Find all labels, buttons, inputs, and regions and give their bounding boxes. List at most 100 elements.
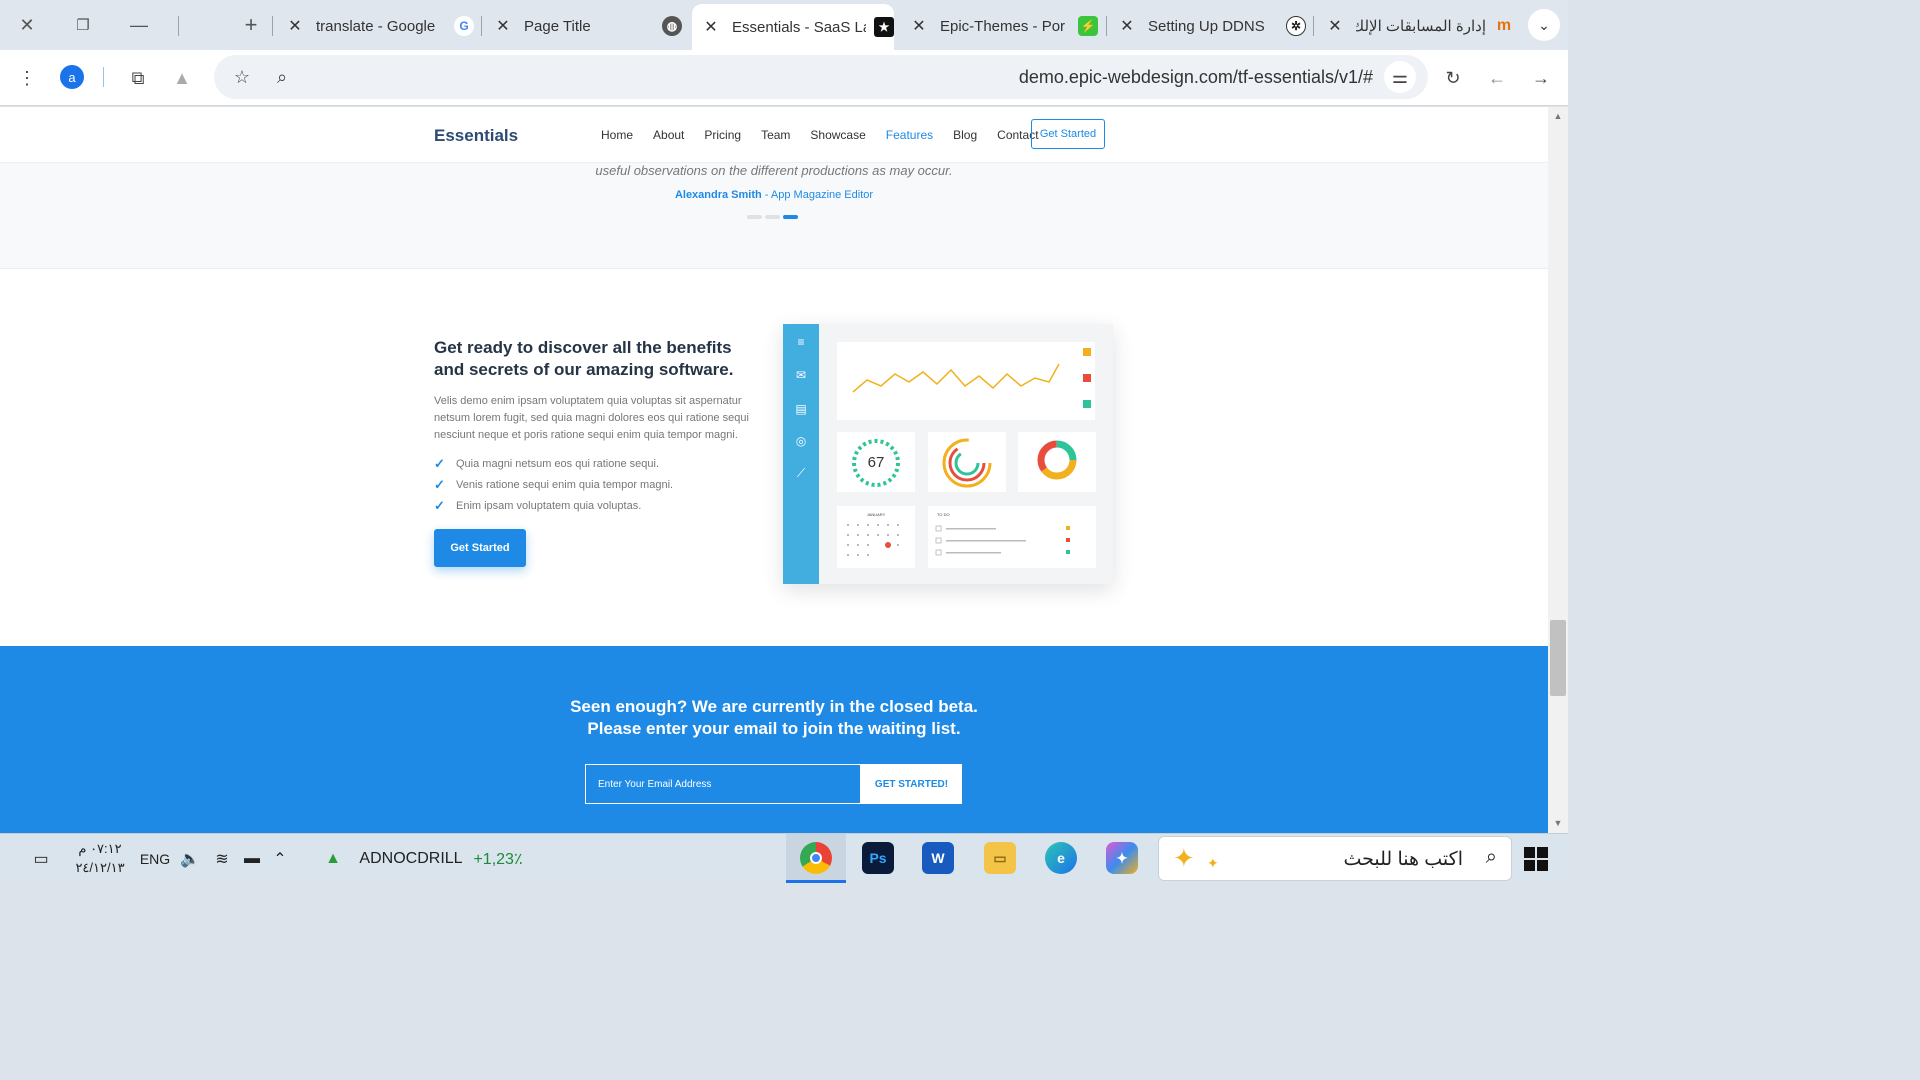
bolt-icon: ⚡ <box>1078 16 1098 36</box>
mail-icon: ✉ <box>795 368 807 382</box>
stock-change: +1,23٪ <box>473 850 523 868</box>
mock-radial-chart <box>928 432 1006 492</box>
new-tab-icon[interactable]: + <box>236 10 266 40</box>
calendar-month: JANUARY <box>866 512 886 517</box>
extensions-icon[interactable]: ⧉ <box>122 62 154 94</box>
chevron-up-icon[interactable]: ⌃ <box>268 834 292 883</box>
tab-close-icon[interactable]: ✕ <box>700 17 722 37</box>
mock-sidebar: ≡ ✉ ▤ ◎ ⟋ <box>783 324 819 584</box>
search-placeholder: اكتب هنا للبحث <box>1343 849 1463 870</box>
volume-icon[interactable]: 🔈 <box>178 834 202 883</box>
aria-icon[interactable]: ▲ <box>166 62 198 94</box>
checklist-item: ✓ Quia magni netsum eos qui ratione sequi… <box>434 455 660 471</box>
globe-icon: ◍ <box>662 16 682 36</box>
notification-icon[interactable]: ▭ <box>26 834 56 883</box>
tab-close-icon[interactable]: ✕ <box>1116 16 1138 36</box>
email-submit-button[interactable]: GET STARTED! <box>861 764 962 804</box>
nav-blog[interactable]: Blog <box>953 128 977 142</box>
battery-icon[interactable]: ▬ <box>240 834 264 883</box>
copilot-icon[interactable]: ✦ <box>1106 842 1138 874</box>
site-logo[interactable]: Essentials <box>434 126 518 146</box>
carousel-dot-active[interactable] <box>783 215 798 219</box>
tab-search-chevron-icon[interactable]: ⌄ <box>1528 9 1560 41</box>
page-scrollbar[interactable] <box>1548 107 1568 833</box>
tab-close-icon[interactable]: ✕ <box>284 16 306 36</box>
windows-start-icon[interactable] <box>1524 847 1548 871</box>
carousel-dot[interactable] <box>747 215 762 219</box>
feature-title: Get ready to discover all the benefits a… <box>434 338 734 379</box>
minimize-icon[interactable]: — <box>124 10 154 40</box>
testimonial-quote: useful observations on the different pro… <box>595 163 953 178</box>
restore-icon[interactable]: ❐ <box>68 10 98 40</box>
testimonial-author: Alexandra Smith - App Magazine Editor <box>674 189 874 201</box>
back-icon[interactable]: ← <box>1481 62 1513 94</box>
tab-essentials[interactable]: ✕ Essentials - SaaS La ★ <box>692 4 894 50</box>
nav-features[interactable]: Features <box>886 128 933 142</box>
tab-close-icon[interactable]: ✕ <box>492 16 514 36</box>
tab-arabic[interactable]: ✕ إدارة المسابقات الإلك m <box>1324 6 1514 46</box>
feature-checklist: ✓ Quia magni netsum eos qui ratione sequi… <box>434 453 673 516</box>
reload-icon[interactable]: ↻ <box>1437 62 1469 94</box>
edge-icon[interactable]: e <box>1045 842 1077 874</box>
email-input[interactable]: Enter Your Email Address <box>585 764 861 804</box>
nav-showcase[interactable]: Showcase <box>810 128 865 142</box>
zoom-icon[interactable]: ⌕ <box>266 61 298 93</box>
tab-strip: ✕ ❐ — + ✕ translate - Google G ✕ Page Ti… <box>0 0 1568 50</box>
site-header: Essentials Home About Pricing Team Showc… <box>0 107 1548 163</box>
scroll-up-icon[interactable]: ▲ <box>1548 111 1568 125</box>
stock-chart-icon: ▲ <box>325 849 341 867</box>
menu-kebab-icon[interactable]: ⋮ <box>11 62 43 94</box>
nav-about[interactable]: About <box>653 128 684 142</box>
tab-translate[interactable]: ✕ translate - Google G <box>284 6 474 46</box>
carousel-dots <box>747 215 798 219</box>
tab-ddns[interactable]: ✕ Setting Up DDNS ✲ <box>1116 6 1306 46</box>
donut-chart-graphic <box>1037 440 1077 480</box>
nav-get-started-button[interactable]: Get Started <box>1031 119 1105 149</box>
check-icon: ✓ <box>434 476 445 492</box>
nav-pricing[interactable]: Pricing <box>704 128 741 142</box>
cta-heading: Seen enough? We are currently in the clo… <box>570 697 978 738</box>
check-icon: ✓ <box>434 455 445 471</box>
url-text[interactable]: demo.epic-webdesign.com/tf-essentials/v1… <box>1019 67 1373 88</box>
checklist-item: ✓ Venis ratione sequi enim quia tempor ma… <box>434 476 674 492</box>
nav-home[interactable]: Home <box>601 128 633 142</box>
google-icon: G <box>454 16 474 36</box>
feature-get-started-button[interactable]: Get Started <box>434 529 526 567</box>
site-settings-icon[interactable]: ⚌ <box>1384 61 1416 93</box>
profile-avatar[interactable]: a <box>60 65 84 89</box>
testimonial-section: useful observations on the different pro… <box>0 163 1548 269</box>
star-favicon-icon: ★ <box>874 17 894 37</box>
tab-close-icon[interactable]: ✕ <box>908 16 930 36</box>
mock-donut-chart <box>1018 432 1096 492</box>
mock-line-chart <box>837 342 1095 420</box>
file-explorer-icon[interactable]: ▭ <box>984 842 1016 874</box>
chrome-icon[interactable] <box>800 842 832 874</box>
nav-team[interactable]: Team <box>761 128 790 142</box>
clock[interactable]: ٠٧:١٢ م ٢٤/١٢/١٣ <box>72 839 128 877</box>
mock-gauge: 67 <box>837 432 915 492</box>
stock-name[interactable]: ADNOCDRILL <box>356 834 466 883</box>
sparkle-small-icon: ✦ <box>1207 855 1219 871</box>
bookmark-star-icon[interactable]: ☆ <box>226 61 258 93</box>
scroll-down-icon[interactable]: ▼ <box>1548 818 1568 832</box>
todo-rows-graphic <box>935 525 1070 556</box>
tab-epic-themes[interactable]: ✕ Epic-Themes - Por ⚡ <box>908 6 1098 46</box>
cta-section: Seen enough? We are currently in the clo… <box>0 646 1548 833</box>
tab-page-title[interactable]: ✕ Page Title ◍ <box>492 6 682 46</box>
language-indicator[interactable]: ENG <box>138 834 172 883</box>
line-chart-graphic <box>852 348 1091 408</box>
chart-icon: ⟋ <box>796 466 806 480</box>
word-icon[interactable]: W <box>922 842 954 874</box>
gauge-value: 67 <box>867 454 885 471</box>
forward-icon[interactable]: → <box>1525 62 1557 94</box>
taskbar-search[interactable]: ✦ ✦ اكتب هنا للبحث ⌕ <box>1158 836 1512 881</box>
close-window-icon[interactable]: ✕ <box>12 10 42 40</box>
scrollbar-thumb[interactable] <box>1550 620 1566 696</box>
carousel-dot[interactable] <box>765 215 780 219</box>
wifi-icon[interactable]: ≋ <box>210 834 234 883</box>
photoshop-icon[interactable]: Ps <box>862 842 894 874</box>
tab-close-icon[interactable]: ✕ <box>1324 16 1346 36</box>
site-nav: Home About Pricing Team Showcase Feature… <box>601 128 1059 142</box>
check-icon: ✓ <box>434 497 445 513</box>
search-icon: ⌕ <box>1485 846 1497 868</box>
